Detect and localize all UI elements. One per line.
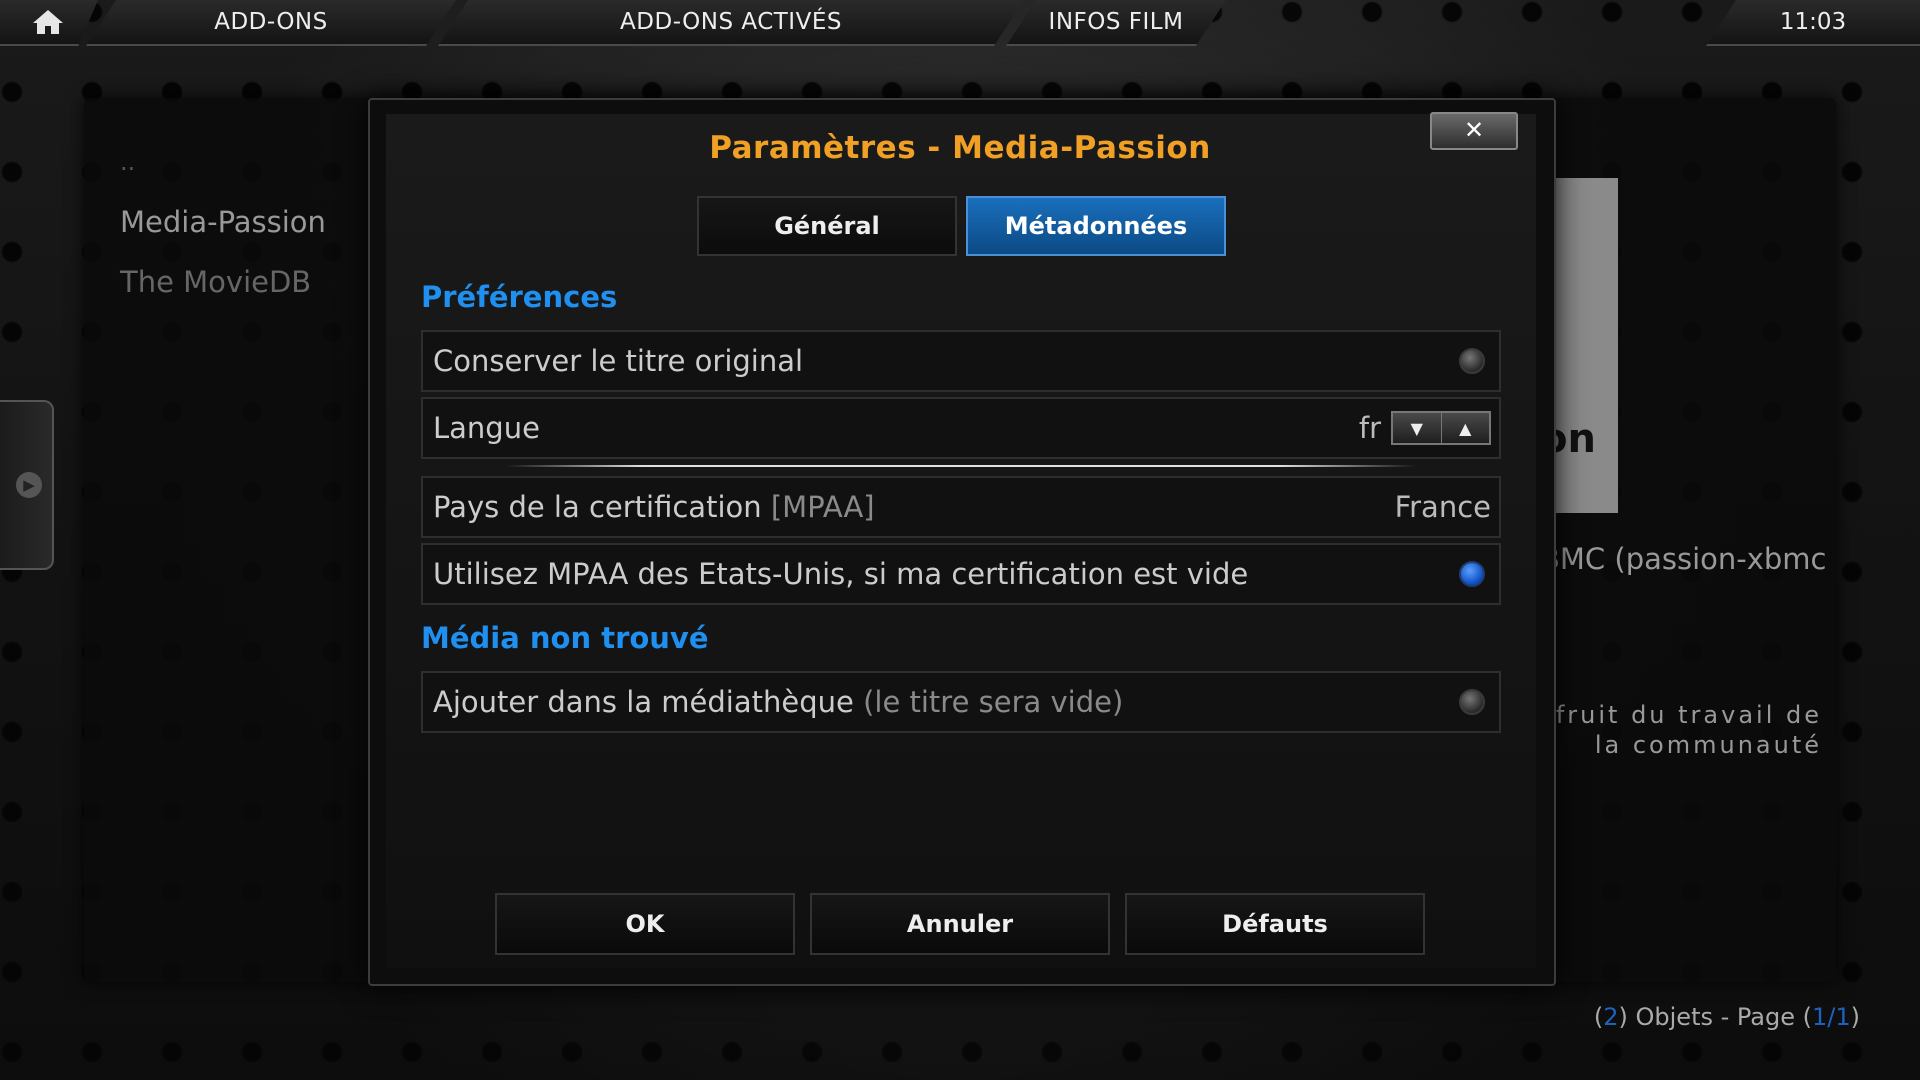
setting-use-us-mpaa[interactable]: Utilisez MPAA des Etats-Unis, si ma cert…: [421, 543, 1501, 605]
home-button[interactable]: [0, 0, 98, 46]
footer-count-text: ) Objets - Page (: [1618, 1003, 1812, 1031]
setting-label: Langue: [433, 411, 540, 445]
close-button[interactable]: ✕: [1430, 112, 1518, 150]
clock: 11:03: [1706, 0, 1920, 46]
list-footer: (2) Objets - Page (1/1): [1594, 1003, 1860, 1031]
tab-metadata-label: Métadonnées: [1004, 212, 1188, 240]
section-title-media-not-found: Média non trouvé: [421, 621, 709, 655]
tab-general[interactable]: Général: [697, 196, 957, 256]
ok-button-label: OK: [625, 910, 665, 938]
language-spinner: ▼ ▲: [1391, 411, 1491, 445]
setting-label: Pays de la certification [MPAA]: [433, 490, 875, 524]
setting-add-to-library[interactable]: Ajouter dans la médiathèque (le titre se…: [421, 671, 1501, 733]
setting-keep-original-title[interactable]: Conserver le titre original: [421, 330, 1501, 392]
tab-general-label: Général: [774, 212, 880, 240]
breadcrumb-active-addons-label: ADD-ONS ACTIVÉS: [620, 9, 842, 35]
section-title-preferences: Préférences: [421, 280, 618, 314]
breadcrumb-movie-info-label: INFOS FILM: [1048, 9, 1184, 35]
footer-paren-close: ): [1850, 1003, 1860, 1031]
setting-language[interactable]: Langue fr ▼ ▲: [421, 397, 1501, 459]
tab-metadata[interactable]: Métadonnées: [966, 196, 1226, 256]
clock-time: 11:03: [1779, 9, 1847, 35]
defaults-button-label: Défauts: [1222, 910, 1328, 938]
setting-value: France: [1394, 490, 1491, 524]
radio-on-icon[interactable]: [1459, 561, 1485, 587]
setting-label-suffix: [MPAA]: [770, 490, 875, 524]
arrow-up-icon[interactable]: ▲: [1441, 413, 1489, 443]
breadcrumb-movie-info[interactable]: INFOS FILM: [1006, 0, 1226, 46]
footer-page: 1/1: [1812, 1003, 1851, 1031]
list-item-themoviedb[interactable]: The MovieDB: [120, 252, 380, 312]
footer-count: 2: [1603, 1003, 1619, 1031]
breadcrumb-addons[interactable]: ADD-ONS: [86, 0, 456, 46]
setting-label-main: Ajouter dans la médiathèque: [433, 685, 854, 719]
settings-dialog: [368, 98, 1556, 986]
defaults-button[interactable]: Défauts: [1125, 893, 1425, 955]
setting-label-suffix: (le titre sera vide): [863, 685, 1124, 719]
cancel-button-label: Annuler: [906, 910, 1014, 938]
arrow-down-icon[interactable]: ▼: [1393, 413, 1442, 443]
setting-certification-country[interactable]: Pays de la certification [MPAA] France: [421, 476, 1501, 538]
addon-quote: fruit du travail de la communauté: [1555, 701, 1822, 759]
setting-value: fr: [1358, 411, 1381, 445]
home-icon: [33, 10, 63, 34]
radio-off-icon[interactable]: [1459, 689, 1485, 715]
settings-dialog-body: [386, 114, 1536, 968]
chevron-right-icon: ▶: [16, 472, 42, 498]
setting-label-main: Pays de la certification: [433, 490, 762, 524]
breadcrumb-active-addons[interactable]: ADD-ONS ACTIVÉS: [438, 0, 1024, 46]
breadcrumb-addons-label: ADD-ONS: [214, 9, 328, 35]
setting-label: Ajouter dans la médiathèque (le titre se…: [433, 685, 1123, 719]
addon-description: BMC (passion-xbmc: [1540, 542, 1827, 576]
cancel-button[interactable]: Annuler: [810, 893, 1110, 955]
close-icon: ✕: [1463, 116, 1485, 144]
setting-label: Utilisez MPAA des Etats-Unis, si ma cert…: [433, 557, 1249, 591]
ok-button[interactable]: OK: [495, 893, 795, 955]
setting-label: Conserver le titre original: [433, 344, 804, 378]
side-menu-handle[interactable]: ▶: [0, 400, 54, 570]
dialog-title: Paramètres - Media-Passion: [709, 130, 1211, 166]
footer-paren-open: (: [1593, 1003, 1604, 1031]
list-item-media-passion[interactable]: Media-Passion: [120, 192, 380, 252]
top-bar: ADD-ONS ADD-ONS ACTIVÉS INFOS FILM 11:03: [0, 0, 1920, 46]
radio-off-icon[interactable]: [1459, 348, 1485, 374]
focus-indicator: [506, 465, 1416, 467]
